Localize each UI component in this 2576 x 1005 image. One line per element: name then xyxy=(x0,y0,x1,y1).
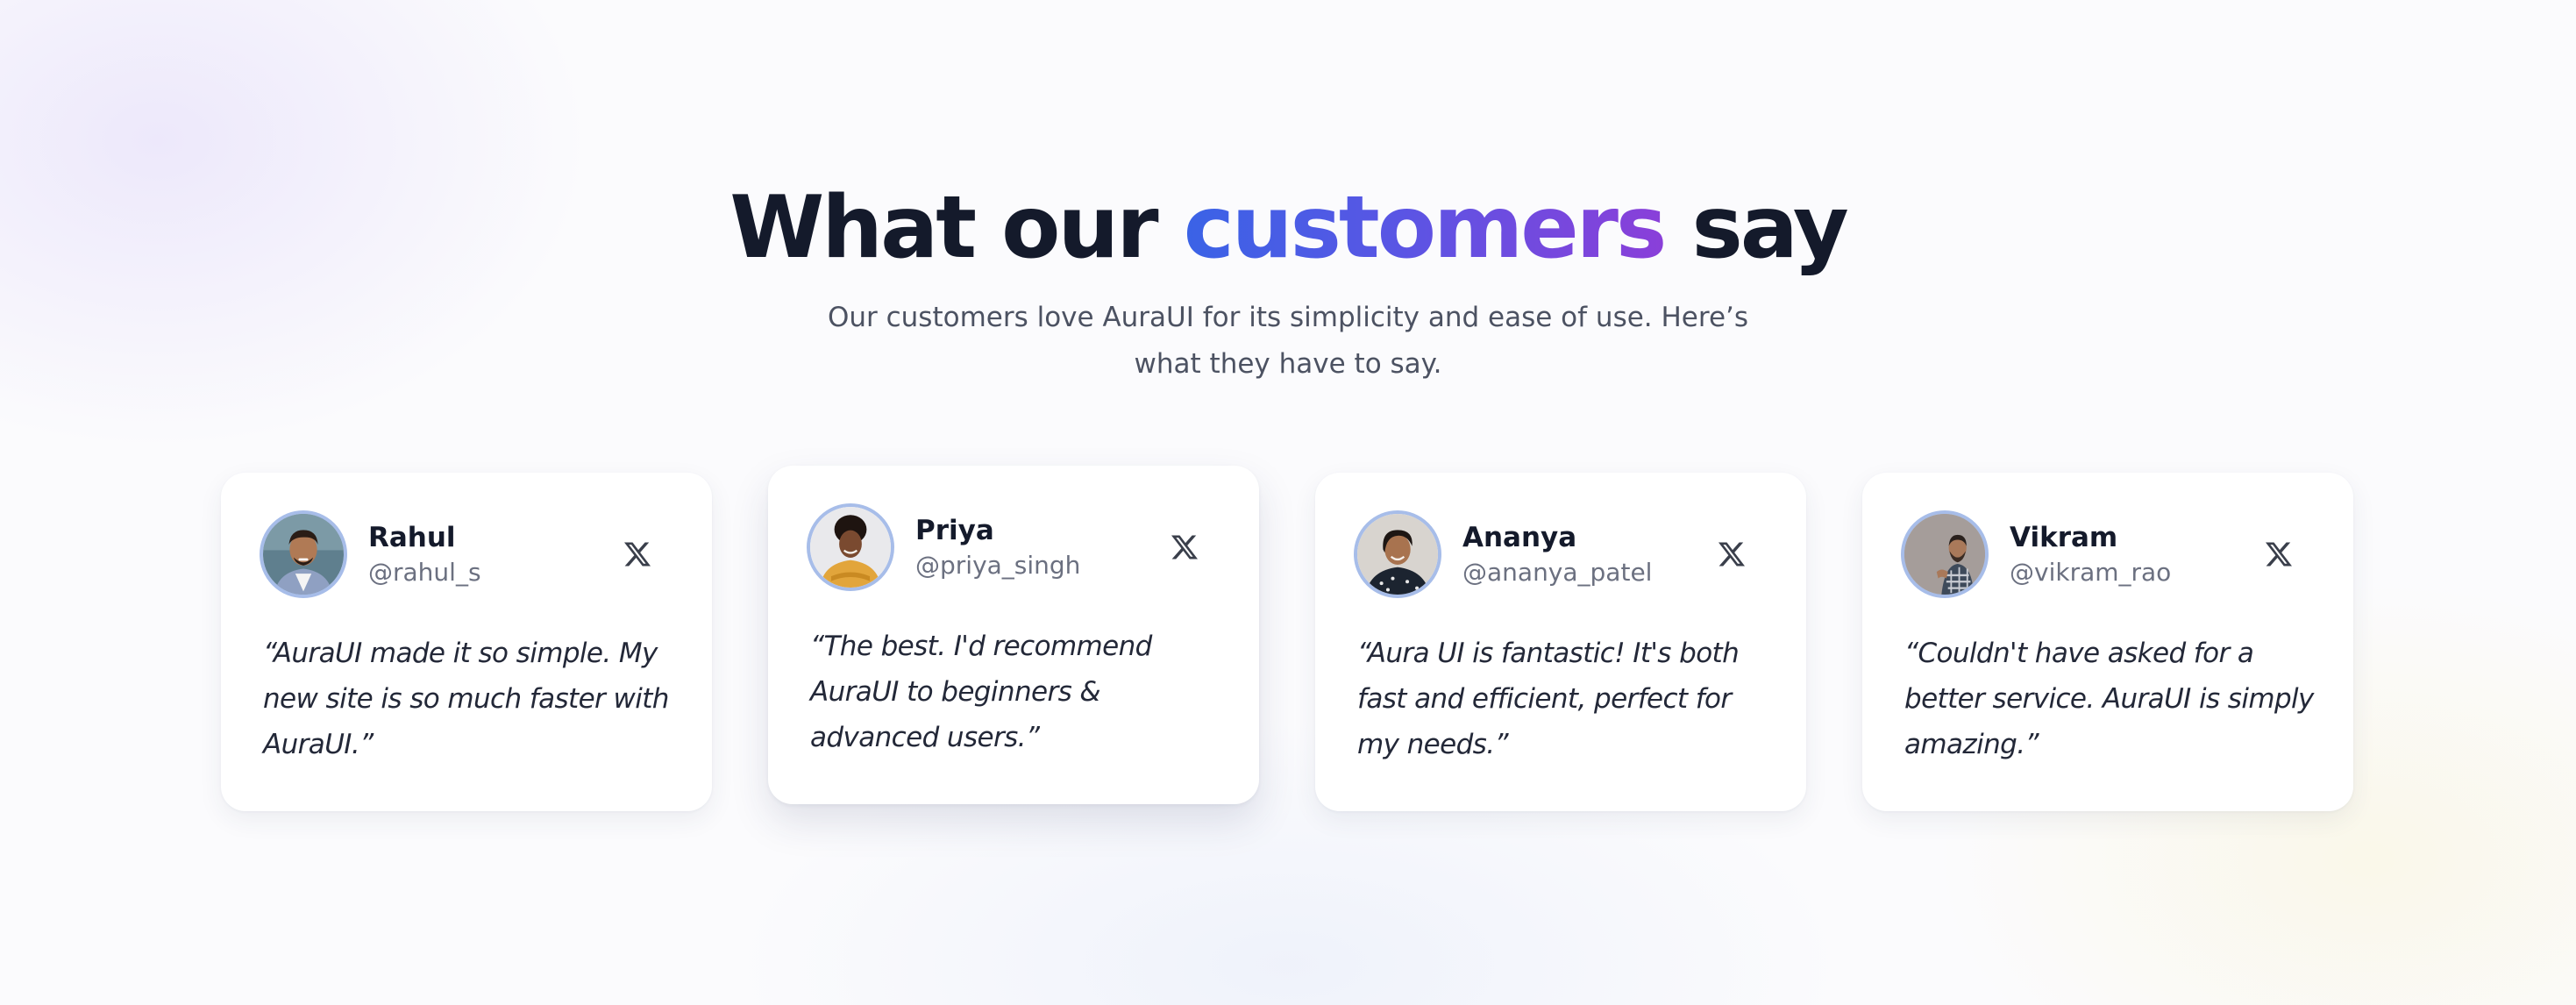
avatar xyxy=(807,503,894,591)
testimonial-quote: “AuraUI made it so simple. My new site i… xyxy=(263,638,669,760)
avatar-priya-image xyxy=(810,507,891,588)
author-handle[interactable]: @rahul_s xyxy=(368,557,481,588)
testimonial-card-vikram: Vikram @vikram_rao “Couldn't have asked … xyxy=(1862,473,2353,811)
avatar xyxy=(260,510,347,598)
x-icon[interactable] xyxy=(1168,531,1201,563)
heading-text-before: What our xyxy=(729,178,1158,278)
author-name: Rahul xyxy=(368,522,456,553)
author-name: Ananya xyxy=(1462,522,1577,553)
author-name: Vikram xyxy=(2010,522,2118,553)
avatar xyxy=(1354,510,1441,598)
testimonials-section: What our customers say Our customers lov… xyxy=(0,0,2576,1005)
author-name: Priya xyxy=(915,515,994,546)
section-subtitle: Our customers love AuraUI for its simpli… xyxy=(827,302,1749,380)
testimonial-quote: “The best. I'd recommend AuraUI to begin… xyxy=(810,631,1152,753)
author-handle[interactable]: @ananya_patel xyxy=(1462,557,1652,588)
x-icon[interactable] xyxy=(2262,538,2295,570)
testimonial-card-rahul: Rahul @rahul_s “AuraUI made it so simple… xyxy=(221,473,712,811)
x-icon[interactable] xyxy=(1715,538,1748,570)
heading-accent-text: customers xyxy=(1183,178,1668,278)
section-heading: What our customers say xyxy=(0,172,2576,284)
avatar-rahul-image xyxy=(263,514,344,595)
testimonial-card-ananya: Ananya @ananya_patel “Aura UI is fantast… xyxy=(1315,473,1806,811)
author-handle[interactable]: @vikram_rao xyxy=(2010,557,2171,588)
x-icon[interactable] xyxy=(621,538,654,570)
testimonial-quote: “Aura UI is fantastic! It's both fast an… xyxy=(1357,638,1740,760)
heading-text-after: say xyxy=(1691,178,1848,278)
avatar-ananya-image xyxy=(1357,514,1438,595)
avatar-vikram-image xyxy=(1904,514,1985,595)
avatar xyxy=(1901,510,1989,598)
testimonial-quote: “Couldn't have asked for a better servic… xyxy=(1904,638,2314,760)
testimonial-card-priya: Priya @priya_singh “The best. I'd recomm… xyxy=(768,466,1259,804)
author-handle[interactable]: @priya_singh xyxy=(915,550,1080,581)
